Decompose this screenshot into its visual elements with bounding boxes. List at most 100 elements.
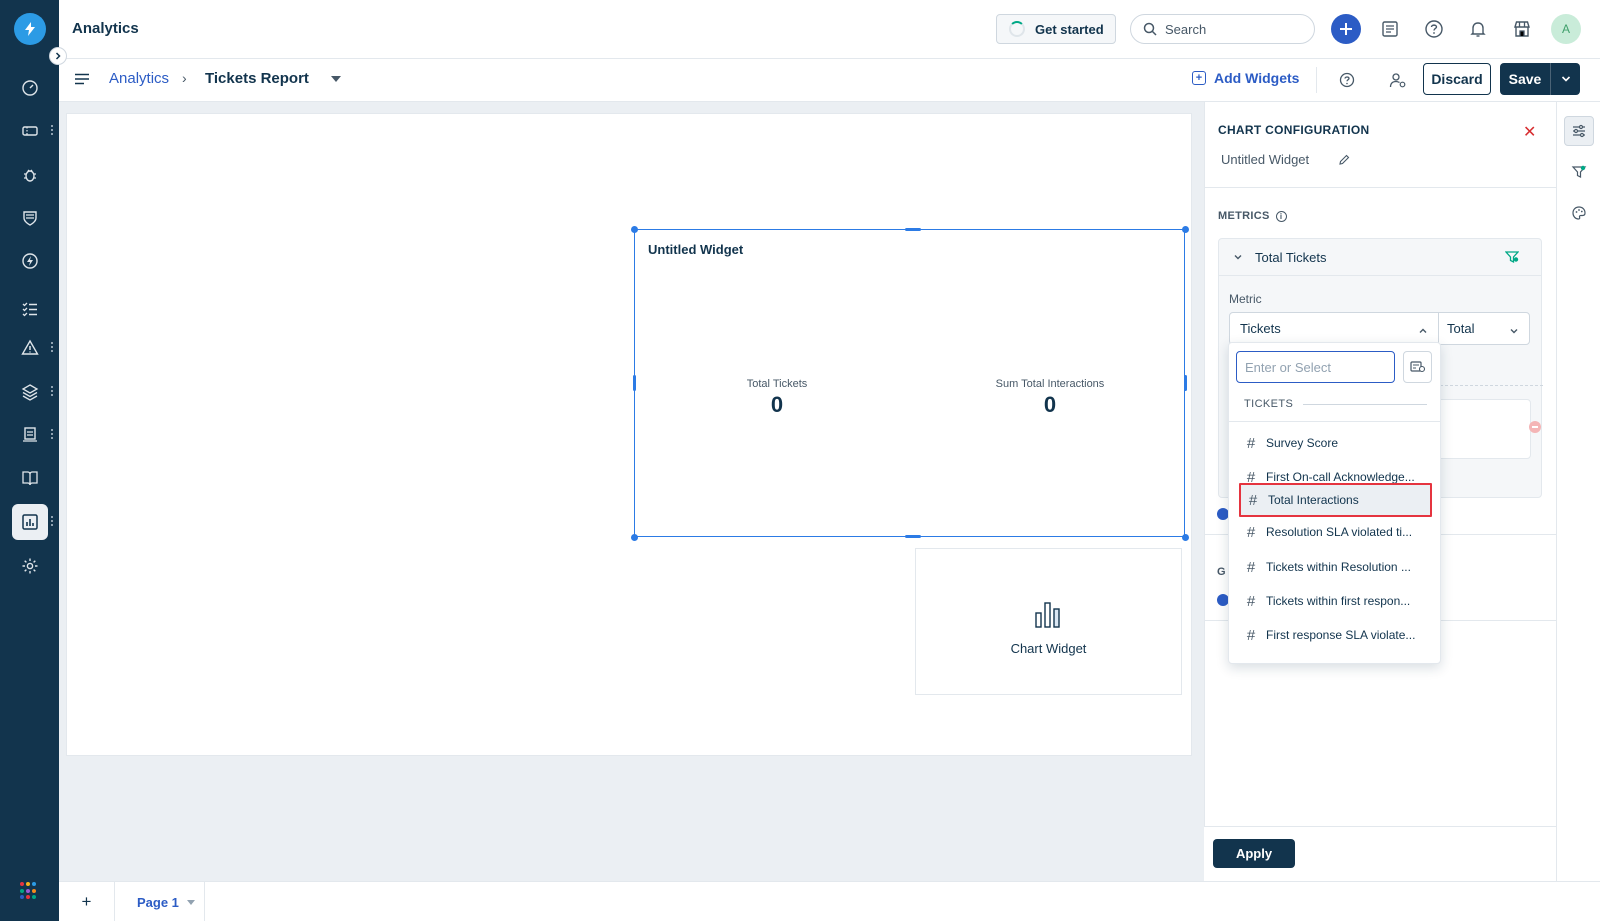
metric-search-input[interactable] <box>1236 351 1395 383</box>
close-config-icon[interactable]: ✕ <box>1523 122 1536 142</box>
dropdown-option[interactable]: # Resolution SLA violated ti... <box>1239 516 1432 548</box>
remove-condition-minus-icon[interactable] <box>1529 421 1541 433</box>
analytics-chart-icon[interactable] <box>12 504 48 540</box>
aggregation-select-value: Total <box>1447 321 1475 336</box>
option-label: Tickets within Resolution ... <box>1266 560 1411 574</box>
dropdown-option[interactable]: # First response SLA violate... <box>1239 619 1432 651</box>
chart-settings-sliders-icon[interactable] <box>1564 116 1594 146</box>
option-label: Total Interactions <box>1268 493 1359 507</box>
widget-filter-funnel-icon[interactable] <box>1564 157 1594 187</box>
contracts-more-icon[interactable] <box>50 428 54 442</box>
help-question-icon[interactable] <box>1419 14 1449 44</box>
get-started-button[interactable]: Get started <box>996 14 1116 44</box>
add-widgets-button[interactable]: + Add Widgets <box>1192 70 1299 86</box>
numeric-hash-icon: # <box>1246 558 1256 576</box>
metric-field-label: Metric <box>1229 292 1262 306</box>
resize-handle-top-right[interactable] <box>1182 226 1189 233</box>
breadcrumb-analytics-link[interactable]: Analytics <box>109 70 169 87</box>
widget-metric-total-tickets: Total Tickets 0 <box>687 378 867 418</box>
search-icon <box>1143 22 1157 36</box>
numeric-hash-icon: # <box>1246 523 1256 541</box>
bar-chart-icon <box>1034 599 1064 632</box>
resize-handle-right[interactable] <box>1184 375 1187 391</box>
metric-label: Total Tickets <box>746 378 808 390</box>
page-options-caret-icon[interactable] <box>186 899 195 905</box>
metric-select[interactable]: Tickets <box>1229 312 1439 345</box>
apply-button[interactable]: Apply <box>1213 839 1295 868</box>
metric-select-value: Tickets <box>1240 321 1281 336</box>
admin-settings-gear-icon[interactable] <box>12 548 48 584</box>
resize-handle-bottom[interactable] <box>905 535 921 538</box>
report-help-icon[interactable] <box>1336 69 1358 91</box>
selected-widget[interactable]: Untitled Widget Total Tickets 0 Sum Tota… <box>634 229 1185 537</box>
option-label: First On-call Acknowledge... <box>1266 470 1415 484</box>
appearance-palette-icon[interactable] <box>1564 198 1594 228</box>
page-tabs-bar: + Page 1 <box>59 881 1600 921</box>
tickets-more-icon[interactable] <box>50 124 54 138</box>
resize-handle-top[interactable] <box>905 228 921 231</box>
marketplace-store-icon[interactable] <box>1507 14 1537 44</box>
add-widgets-label: Add Widgets <box>1214 70 1300 86</box>
numeric-hash-icon: # <box>1246 434 1256 452</box>
aggregation-select[interactable]: Total <box>1438 312 1530 345</box>
dropdown-option[interactable]: # Tickets within Resolution ... <box>1239 551 1432 583</box>
option-label: Tickets within first respon... <box>1266 594 1411 608</box>
metric-card-header[interactable]: Total Tickets <box>1219 239 1541 276</box>
assets-more-icon[interactable] <box>50 385 54 399</box>
dropdown-group-label-text: TICKETS <box>1244 398 1294 410</box>
resize-handle-left[interactable] <box>633 375 636 391</box>
metric-card-title: Total Tickets <box>1255 249 1327 265</box>
changes-shield-icon[interactable] <box>12 200 48 236</box>
app-logo-icon[interactable] <box>14 13 46 45</box>
save-options-chevron-down-icon[interactable] <box>1551 63 1580 95</box>
search-placeholder: Search <box>1165 21 1207 37</box>
contracts-document-icon[interactable] <box>12 417 48 453</box>
resize-handle-bottom-left[interactable] <box>631 534 638 541</box>
tickets-icon[interactable] <box>12 113 48 149</box>
discard-button[interactable]: Discard <box>1423 63 1491 95</box>
chart-widget-placeholder[interactable]: Chart Widget <box>915 548 1182 695</box>
metrics-label-text: METRICS <box>1218 210 1270 222</box>
edit-name-pencil-icon[interactable] <box>1338 154 1350 169</box>
metrics-section-label: METRICS i <box>1218 210 1287 222</box>
share-users-icon[interactable] <box>1387 69 1409 91</box>
metric-label: Sum Total Interactions <box>995 378 1105 390</box>
dropdown-option[interactable]: # Survey Score <box>1239 427 1432 459</box>
report-title: Tickets Report <box>205 70 309 87</box>
collapse-chevron-down-icon[interactable] <box>1233 250 1243 265</box>
resize-handle-bottom-right[interactable] <box>1182 534 1189 541</box>
metric-filter-funnel-icon[interactable] <box>1504 250 1520 267</box>
global-search-input[interactable]: Search <box>1130 14 1315 44</box>
resize-handle-top-left[interactable] <box>631 226 638 233</box>
page-tab-label: Page 1 <box>137 894 179 910</box>
notifications-bell-icon[interactable] <box>1463 14 1493 44</box>
filter-condition-box[interactable] <box>1435 399 1531 459</box>
save-button[interactable]: Save <box>1500 63 1550 95</box>
create-new-plus-button[interactable] <box>1331 14 1361 44</box>
releases-bolt-icon[interactable] <box>12 243 48 279</box>
chevron-up-icon <box>1418 324 1428 339</box>
tasks-checklist-icon[interactable] <box>12 291 48 327</box>
metric-card-divider <box>1435 385 1543 386</box>
analytics-more-icon[interactable] <box>50 515 54 529</box>
user-avatar[interactable]: A <box>1551 14 1581 44</box>
custom-metric-formula-icon[interactable] <box>1403 351 1432 383</box>
apply-footer: Apply <box>1204 826 1556 881</box>
alerts-warning-icon[interactable] <box>12 330 48 366</box>
assets-layers-icon[interactable] <box>12 374 48 410</box>
service-catalog-icon[interactable] <box>1375 14 1405 44</box>
alerts-more-icon[interactable] <box>50 341 54 355</box>
expand-nav-chevron-icon[interactable] <box>49 47 67 65</box>
app-switcher-grid-icon[interactable] <box>20 882 38 900</box>
info-icon[interactable]: i <box>1275 210 1287 222</box>
solutions-book-icon[interactable] <box>12 460 48 496</box>
config-tool-strip <box>1556 102 1600 881</box>
report-switcher-caret-icon[interactable] <box>331 76 341 82</box>
menu-hamburger-icon[interactable] <box>74 71 90 87</box>
page-tab-active[interactable]: Page 1 <box>115 882 205 921</box>
dropdown-option[interactable]: # Tickets within first respon... <box>1239 585 1432 617</box>
problems-bug-icon[interactable] <box>12 157 48 193</box>
dashboard-gauge-icon[interactable] <box>12 70 48 106</box>
dropdown-option-highlighted[interactable]: # Total Interactions <box>1239 483 1432 517</box>
add-page-button[interactable]: + <box>59 882 115 921</box>
